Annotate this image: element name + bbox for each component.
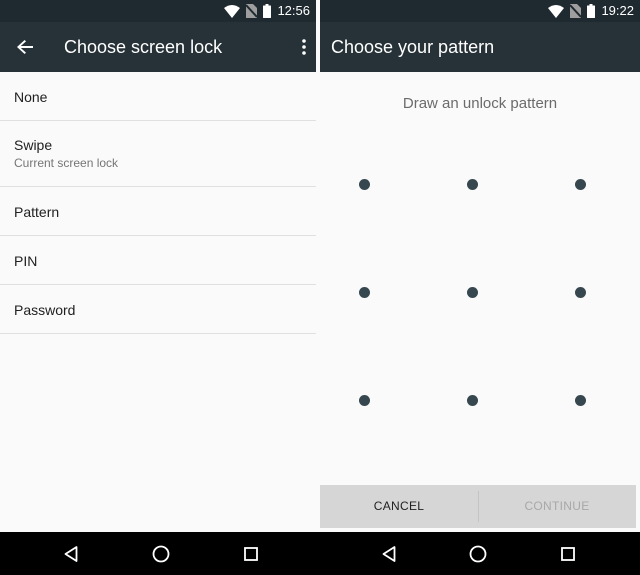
lock-option-pin[interactable]: PIN	[0, 236, 316, 285]
no-sim-icon	[246, 4, 258, 18]
pattern-dot[interactable]	[358, 286, 370, 298]
lock-option-title: Password	[14, 302, 76, 318]
lock-option-none[interactable]: None	[0, 72, 316, 121]
toolbar: Choose screen lock	[0, 22, 316, 72]
page-title: Choose your pattern	[331, 37, 495, 57]
pattern-grid[interactable]	[320, 150, 640, 450]
page-title: Choose screen lock	[64, 37, 223, 57]
wifi-icon	[548, 4, 565, 18]
wifi-icon	[224, 4, 241, 18]
pattern-dot[interactable]	[574, 394, 586, 406]
nav-recents-icon[interactable]	[557, 543, 579, 565]
lock-option-pattern[interactable]: Pattern	[0, 187, 316, 236]
lock-option-summary: Current screen lock	[14, 156, 119, 170]
nav-home-icon[interactable]	[150, 543, 172, 565]
navigation-bar	[0, 532, 640, 575]
lock-option-password[interactable]: Password	[0, 285, 316, 334]
back-arrow-icon[interactable]	[14, 37, 36, 57]
status-time: 19:22	[601, 3, 634, 18]
battery-icon	[263, 4, 272, 18]
lock-option-title: PIN	[14, 253, 38, 269]
screen-lock-options-list: None Swipe Current screen lock Pattern P…	[0, 72, 316, 334]
choose-pattern-screen: 19:22 Choose your pattern Draw an unlock…	[320, 0, 640, 532]
status-time: 12:56	[277, 3, 310, 18]
pattern-dot[interactable]	[466, 394, 478, 406]
nav-recents-icon[interactable]	[240, 543, 262, 565]
overflow-menu-icon[interactable]	[298, 37, 310, 57]
lock-option-title: Swipe	[14, 137, 53, 153]
lock-option-title: None	[14, 89, 48, 105]
toolbar: Choose your pattern	[320, 22, 640, 72]
status-bar: 12:56	[0, 0, 316, 22]
button-bar: CANCEL CONTINUE	[320, 485, 636, 528]
status-bar: 19:22	[320, 0, 640, 22]
choose-screen-lock-screen: 12:56 Choose screen lock None Swipe Curr…	[0, 0, 316, 532]
pattern-dot[interactable]	[574, 178, 586, 190]
battery-icon	[587, 4, 596, 18]
pattern-dot[interactable]	[358, 394, 370, 406]
nav-back-icon[interactable]	[60, 543, 82, 565]
pattern-instruction: Draw an unlock pattern	[402, 95, 558, 112]
cancel-button[interactable]: CANCEL	[320, 485, 478, 528]
lock-option-swipe[interactable]: Swipe Current screen lock	[0, 121, 316, 187]
nav-home-icon[interactable]	[467, 543, 489, 565]
pattern-dot[interactable]	[574, 286, 586, 298]
continue-button[interactable]: CONTINUE	[478, 485, 636, 528]
pattern-dot[interactable]	[466, 286, 478, 298]
nav-back-icon[interactable]	[378, 543, 400, 565]
no-sim-icon	[570, 4, 582, 18]
pattern-dot[interactable]	[466, 178, 478, 190]
pattern-dot[interactable]	[358, 178, 370, 190]
lock-option-title: Pattern	[14, 204, 60, 220]
